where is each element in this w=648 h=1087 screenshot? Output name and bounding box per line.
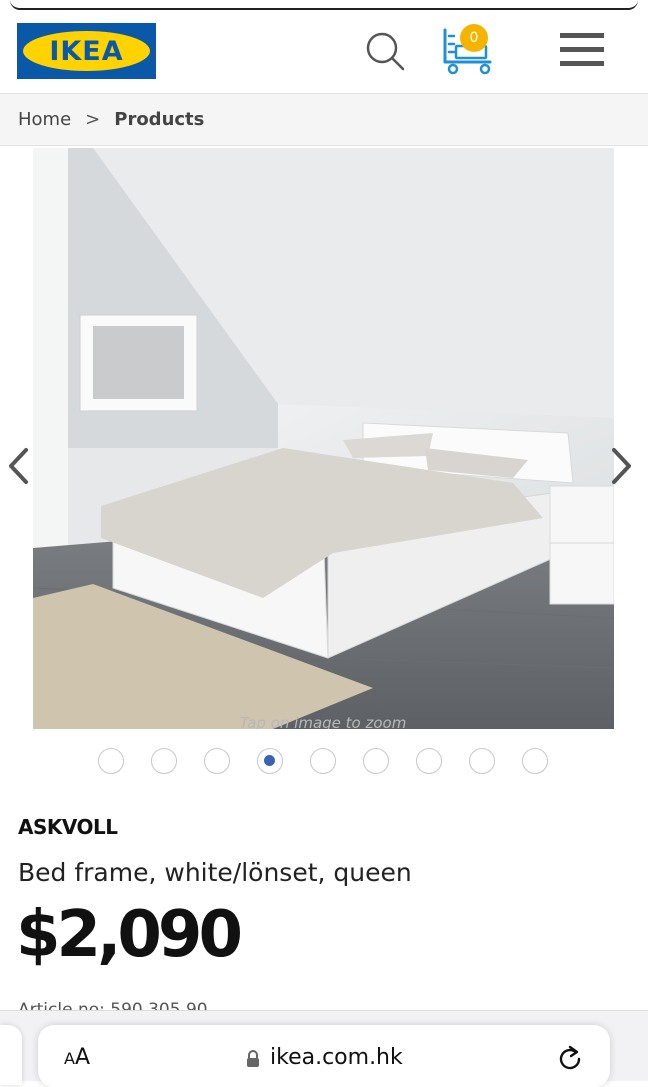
text-size-small-label: A (64, 1049, 75, 1068)
breadcrumb-separator: > (85, 109, 101, 130)
previous-image-button[interactable] (6, 446, 32, 486)
pagination-dot[interactable] (310, 748, 336, 774)
ikea-logo[interactable]: IKEA (17, 23, 156, 79)
zoom-hint: Tap on image to zoom (240, 714, 407, 729)
status-bar-edge (10, 0, 638, 10)
pagination-dot[interactable] (469, 748, 495, 774)
breadcrumb-current[interactable]: Products (114, 109, 204, 130)
pagination-dot[interactable] (151, 748, 177, 774)
address-bar[interactable]: AA ikea.com.hk (38, 1025, 610, 1087)
url-text: ikea.com.hk (270, 1045, 403, 1070)
reload-icon[interactable] (556, 1045, 584, 1073)
logo-oval: IKEA (23, 31, 150, 71)
cart-count-badge: 0 (460, 24, 488, 52)
logo-text: IKEA (49, 35, 124, 67)
pagination-dot[interactable] (257, 748, 283, 774)
next-image-button[interactable] (608, 446, 634, 486)
browser-toolbar: AA ikea.com.hk (0, 1010, 648, 1087)
product-name: ASKVOLL (18, 815, 118, 839)
bedroom-photo: Tap on image to zoom (33, 148, 614, 729)
menu-button[interactable] (556, 30, 606, 70)
breadcrumb: Home > Products (0, 94, 648, 146)
chevron-left-icon (9, 448, 28, 484)
pagination-dot[interactable] (98, 748, 124, 774)
product-image[interactable]: Tap on image to zoom (33, 148, 614, 729)
lock-icon (247, 1050, 259, 1067)
pagination-dot[interactable] (363, 748, 389, 774)
cart-button[interactable]: 0 (440, 24, 500, 76)
site-header: IKEA 0 (0, 0, 648, 94)
chevron-right-icon (612, 448, 631, 484)
text-size-button[interactable]: AA (64, 1045, 90, 1070)
search-button[interactable] (362, 28, 408, 74)
text-size-large-label: A (74, 1045, 91, 1070)
menu-icon (560, 33, 604, 66)
product-description: Bed frame, white/lönset, queen (18, 858, 412, 887)
image-pagination (0, 748, 648, 778)
previous-tab[interactable] (0, 1025, 22, 1085)
breadcrumb-home-link[interactable]: Home (18, 109, 71, 130)
pagination-dot[interactable] (522, 748, 548, 774)
pagination-dot[interactable] (204, 748, 230, 774)
product-price: $2,090 (16, 898, 243, 972)
pagination-dot[interactable] (416, 748, 442, 774)
search-icon (366, 32, 405, 71)
